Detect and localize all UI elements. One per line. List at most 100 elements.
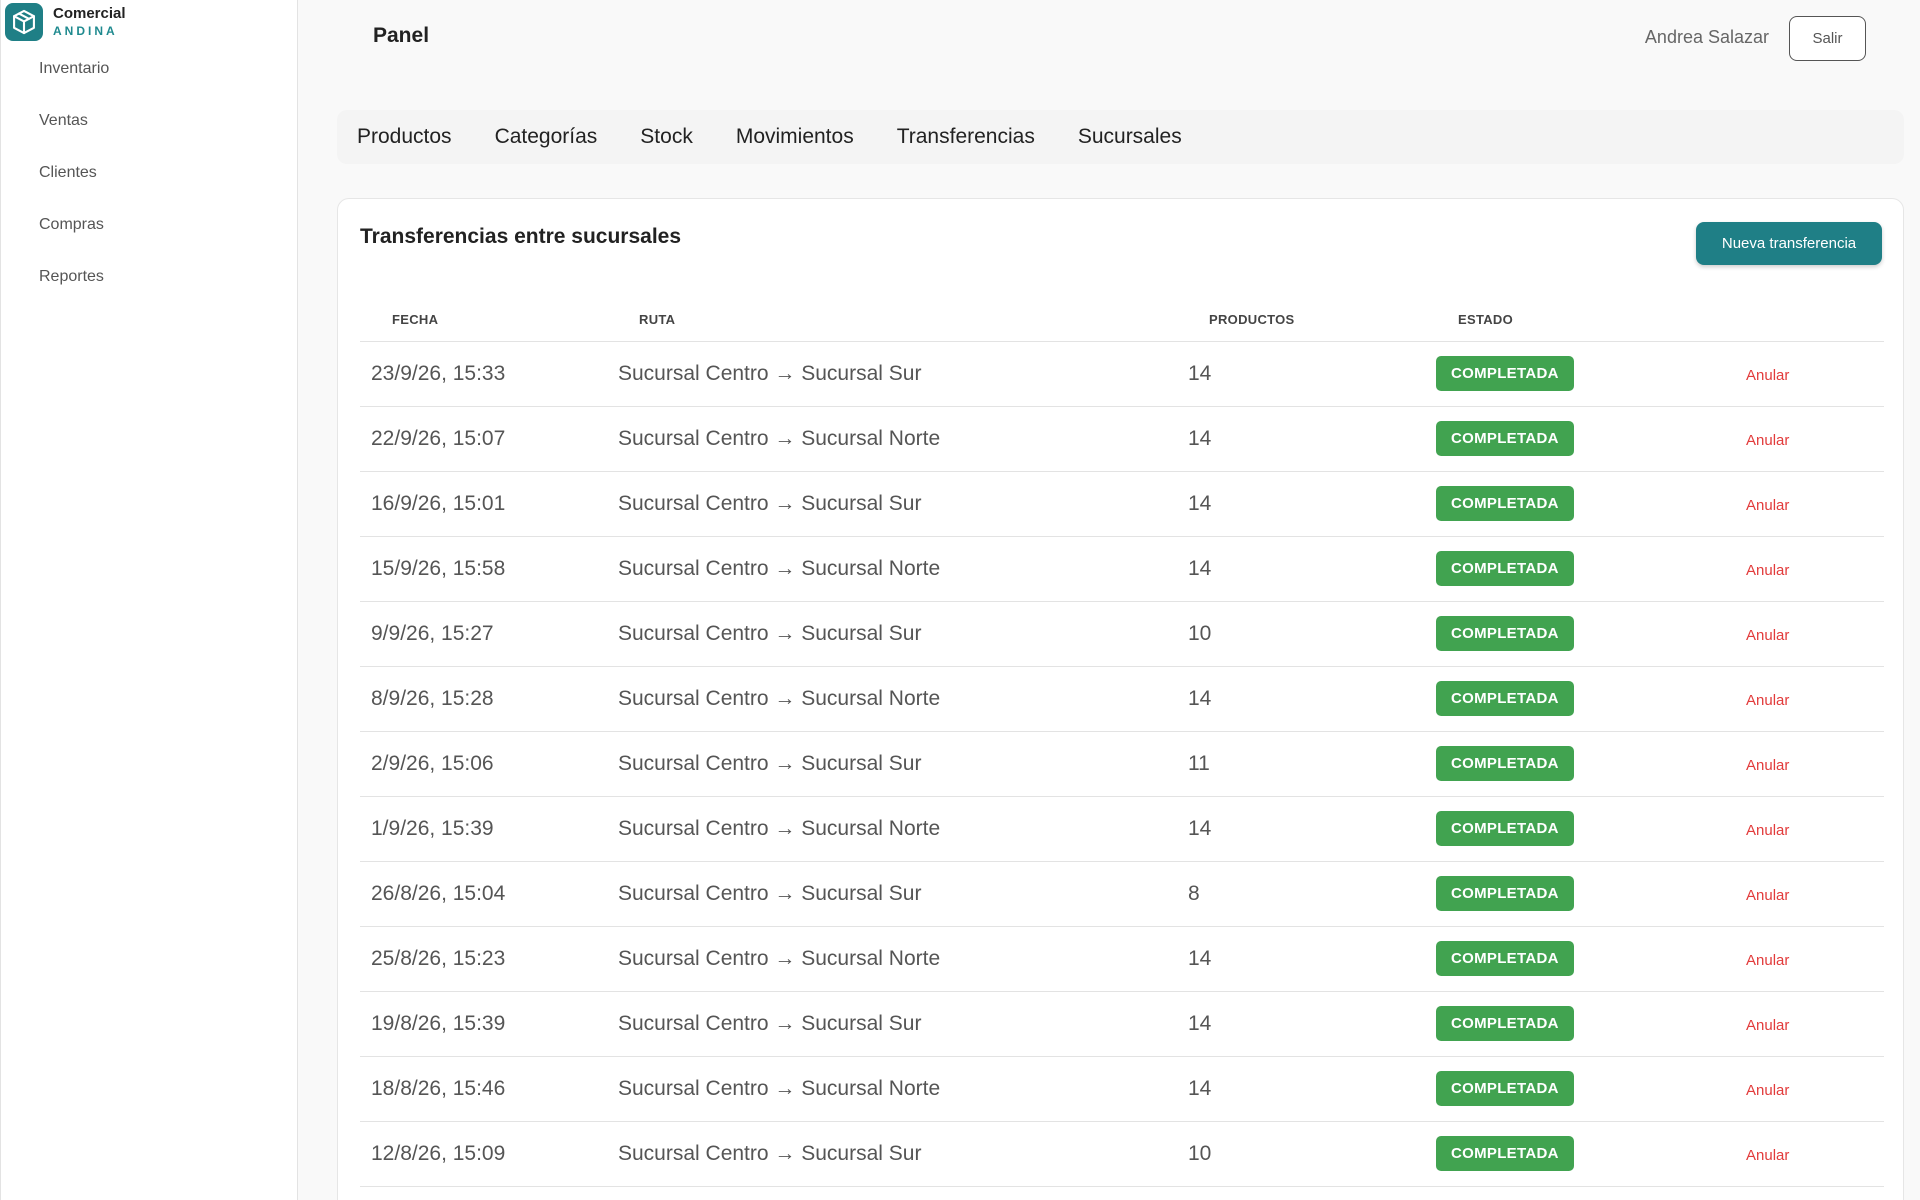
- anular-link[interactable]: Anular: [1736, 1147, 1789, 1164]
- status-badge: COMPLETADA: [1436, 941, 1574, 976]
- table-row[interactable]: 25/8/26, 15:23 Sucursal Centro → Sucursal…: [360, 926, 1884, 992]
- fecha-cell: 16/9/26, 15:01: [360, 471, 618, 537]
- table-row[interactable]: 8/9/26, 15:28 Sucursal Centro → Sucursal …: [360, 666, 1884, 732]
- actions-cell: Anular: [1736, 406, 1884, 472]
- tab-stock[interactable]: Stock: [640, 125, 693, 149]
- tab-sucursales[interactable]: Sucursales: [1078, 125, 1182, 149]
- anular-link[interactable]: Anular: [1736, 562, 1789, 579]
- table-row[interactable]: 18/8/26, 15:46 Sucursal Centro → Sucursal…: [360, 1056, 1884, 1122]
- actions-cell: Anular: [1736, 341, 1884, 407]
- ruta-cell: Sucursal Centro → Sucursal Norte: [618, 926, 1188, 992]
- anular-link[interactable]: Anular: [1736, 822, 1789, 839]
- tab-productos[interactable]: Productos: [357, 125, 452, 149]
- page-title: Panel: [373, 24, 430, 47]
- logout-button[interactable]: Salir: [1789, 16, 1866, 61]
- brand-name: Comercial: [53, 5, 126, 23]
- user-name: Andrea Salazar: [1644, 27, 1769, 47]
- estado-cell: COMPLETADA: [1436, 991, 1736, 1057]
- brand[interactable]: Comercial ANDINA: [5, 3, 126, 41]
- column-header-fecha[interactable]: FECHA: [360, 299, 618, 342]
- status-badge: COMPLETADA: [1436, 356, 1574, 391]
- anular-link[interactable]: Anular: [1736, 887, 1789, 904]
- fecha-cell: 15/9/26, 15:58: [360, 536, 618, 602]
- ruta-cell: Sucursal Centro → Sucursal Sur: [618, 341, 1188, 407]
- anular-link[interactable]: Anular: [1736, 1082, 1789, 1099]
- sidebar-item-reportes[interactable]: Reportes: [39, 264, 109, 316]
- actions-cell: Anular: [1736, 536, 1884, 602]
- productos-cell: 8: [1188, 861, 1436, 927]
- actions-cell: Anular: [1736, 861, 1884, 927]
- actions-cell: Anular: [1736, 666, 1884, 732]
- sidebar-item-inventario[interactable]: Inventario: [39, 56, 109, 108]
- sidebar-item-clientes[interactable]: Clientes: [39, 160, 109, 212]
- status-badge: COMPLETADA: [1436, 486, 1574, 521]
- table-row[interactable]: 12/8/26, 15:09 Sucursal Centro → Sucursal…: [360, 1121, 1884, 1187]
- table-row[interactable]: 26/8/26, 15:04 Sucursal Centro → Sucursal…: [360, 861, 1884, 927]
- fecha-cell: 23/9/26, 15:33: [360, 341, 618, 407]
- actions-cell: Anular: [1736, 796, 1884, 862]
- fecha-cell: 25/8/26, 15:23: [360, 926, 618, 992]
- anular-link[interactable]: Anular: [1736, 367, 1789, 384]
- tab-categorias[interactable]: Categorías: [495, 125, 598, 149]
- ruta-cell: Sucursal Centro → Sucursal Sur: [618, 861, 1188, 927]
- anular-link[interactable]: Anular: [1736, 1017, 1789, 1034]
- estado-cell: COMPLETADA: [1436, 926, 1736, 992]
- anular-link[interactable]: Anular: [1736, 952, 1789, 969]
- sidebar-item-ventas[interactable]: Ventas: [39, 108, 109, 160]
- sidebar: Comercial ANDINA Inventario Ventas Clien…: [0, 0, 298, 1200]
- transfers-card: Transferencias entre sucursales Nueva tr…: [337, 198, 1904, 1200]
- sidebar-item-compras[interactable]: Compras: [39, 212, 109, 264]
- column-header-productos[interactable]: PRODUCTOS: [1188, 299, 1436, 342]
- estado-cell: COMPLETADA: [1436, 666, 1736, 732]
- estado-cell: COMPLETADA: [1436, 536, 1736, 602]
- fecha-cell: 2/9/26, 15:06: [360, 731, 618, 797]
- estado-cell: COMPLETADA: [1436, 861, 1736, 927]
- actions-cell: Anular: [1736, 1056, 1884, 1122]
- anular-link[interactable]: Anular: [1736, 432, 1789, 449]
- column-header-ruta[interactable]: RUTA: [618, 299, 1188, 342]
- estado-cell: COMPLETADA: [1436, 471, 1736, 537]
- productos-cell: 14: [1188, 1056, 1436, 1122]
- anular-link[interactable]: Anular: [1736, 757, 1789, 774]
- fecha-cell: 12/8/26, 15:09: [360, 1121, 618, 1187]
- estado-cell: COMPLETADA: [1436, 341, 1736, 407]
- productos-cell: 14: [1188, 926, 1436, 992]
- estado-cell: COMPLETADA: [1436, 406, 1736, 472]
- column-header-estado[interactable]: ESTADO: [1436, 299, 1736, 342]
- actions-cell: Anular: [1736, 731, 1884, 797]
- status-badge: COMPLETADA: [1436, 421, 1574, 456]
- tab-bar: Productos Categorías Stock Movimientos T…: [337, 110, 1904, 164]
- new-transfer-button[interactable]: Nueva transferencia: [1696, 222, 1882, 265]
- table-row[interactable]: 19/8/26, 15:39 Sucursal Centro → Sucursal…: [360, 991, 1884, 1057]
- table-row[interactable]: 1/9/26, 15:39 Sucursal Centro → Sucursal …: [360, 796, 1884, 862]
- productos-cell: 14: [1188, 341, 1436, 407]
- table-row[interactable]: 22/9/26, 15:07 Sucursal Centro → Sucursal…: [360, 406, 1884, 472]
- table-row[interactable]: 23/9/26, 15:33 Sucursal Centro → Sucursal…: [360, 341, 1884, 407]
- estado-cell: COMPLETADA: [1436, 1056, 1736, 1122]
- ruta-cell: Sucursal Centro → Sucursal Norte: [618, 796, 1188, 862]
- anular-link[interactable]: Anular: [1736, 497, 1789, 514]
- fecha-cell: 22/9/26, 15:07: [360, 406, 618, 472]
- table-row[interactable]: 9/9/26, 15:27 Sucursal Centro → Sucursal …: [360, 601, 1884, 667]
- actions-cell: Anular: [1736, 991, 1884, 1057]
- ruta-cell: Sucursal Centro → Sucursal Sur: [618, 1121, 1188, 1187]
- productos-cell: 11: [1188, 731, 1436, 797]
- ruta-cell: Sucursal Centro → Sucursal Norte: [618, 666, 1188, 732]
- fecha-cell: 19/8/26, 15:39: [360, 991, 618, 1057]
- estado-cell: COMPLETADA: [1436, 796, 1736, 862]
- table-row[interactable]: 15/9/26, 15:58 Sucursal Centro → Sucursal…: [360, 536, 1884, 602]
- table-row[interactable]: 16/9/26, 15:01 Sucursal Centro → Sucursal…: [360, 471, 1884, 537]
- anular-link[interactable]: Anular: [1736, 627, 1789, 644]
- productos-cell: 14: [1188, 406, 1436, 472]
- table-row[interactable]: 2/9/26, 15:06 Sucursal Centro → Sucursal …: [360, 731, 1884, 797]
- fecha-cell: 1/9/26, 15:39: [360, 796, 618, 862]
- tab-transferencias[interactable]: Transferencias: [897, 125, 1035, 149]
- card-title: Transferencias entre sucursales: [360, 225, 682, 248]
- anular-link[interactable]: Anular: [1736, 692, 1789, 709]
- tab-movimientos[interactable]: Movimientos: [736, 125, 854, 149]
- estado-cell: COMPLETADA: [1436, 601, 1736, 667]
- transfers-table: FECHA RUTA PRODUCTOS ESTADO 23/9/26, 15:…: [360, 299, 1884, 1187]
- status-badge: COMPLETADA: [1436, 1071, 1574, 1106]
- status-badge: COMPLETADA: [1436, 1136, 1574, 1171]
- productos-cell: 14: [1188, 796, 1436, 862]
